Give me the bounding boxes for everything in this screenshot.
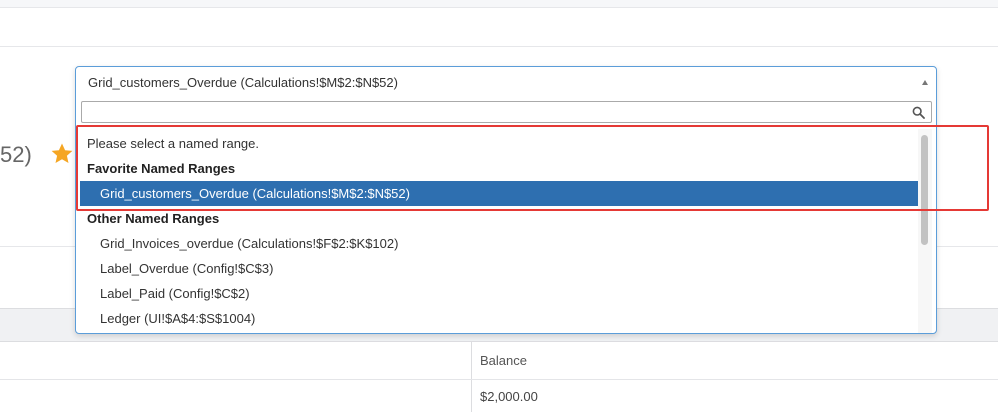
- search-icon: [912, 106, 925, 119]
- star-icon[interactable]: [50, 142, 74, 166]
- select-current-value[interactable]: Grid_customers_Overdue (Calculations!$M$…: [88, 75, 398, 90]
- row-divider: [0, 379, 998, 380]
- column-divider: [471, 342, 472, 412]
- scrollbar-thumb[interactable]: [921, 135, 928, 245]
- option-hint[interactable]: Please select a named range.: [80, 131, 918, 156]
- option-item[interactable]: Grid_Invoices_overdue (Calculations!$F$2…: [80, 231, 918, 256]
- option-item[interactable]: Label_Overdue (Config!$C$3): [80, 256, 918, 281]
- divider: [0, 46, 998, 47]
- option-item-selected[interactable]: Grid_customers_Overdue (Calculations!$M$…: [80, 181, 918, 206]
- search-input[interactable]: [82, 102, 931, 122]
- option-group-other: Other Named Ranges: [87, 211, 220, 226]
- option-item[interactable]: Label_Paid (Config!$C$2): [80, 281, 918, 306]
- options-list[interactable]: Please select a named range. Favorite Na…: [76, 129, 918, 333]
- named-range-select[interactable]: Grid_customers_Overdue (Calculations!$M$…: [75, 66, 937, 334]
- option-group-favorites: Favorite Named Ranges: [87, 161, 236, 176]
- page-title-fragment: 52): [0, 142, 32, 167]
- caret-up-icon[interactable]: [922, 80, 928, 85]
- search-field[interactable]: [81, 101, 932, 123]
- top-bar: [0, 0, 998, 8]
- option-item[interactable]: Ledger (UI!$A$4:$S$1004): [80, 306, 918, 331]
- balance-cell[interactable]: $2,000.00: [480, 389, 538, 404]
- column-header-balance[interactable]: Balance: [480, 353, 527, 368]
- options-scrollbar[interactable]: [918, 129, 932, 333]
